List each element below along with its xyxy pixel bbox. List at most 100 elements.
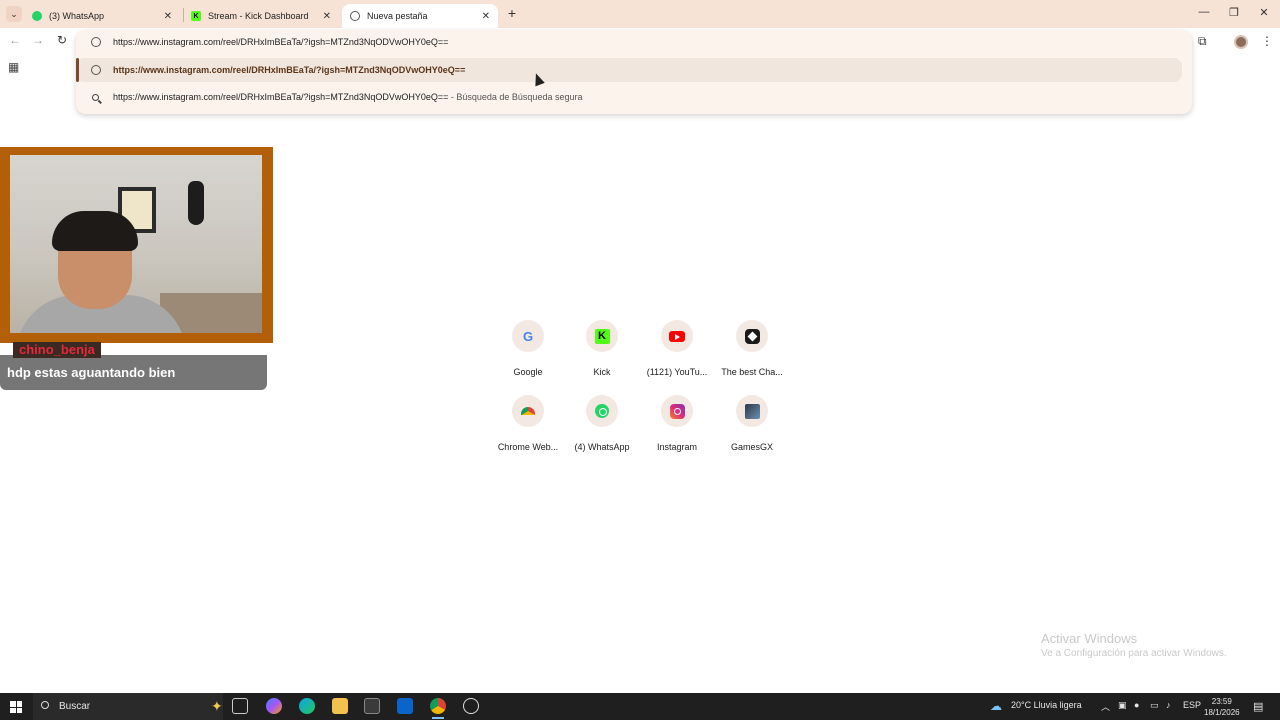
shortcut-icon-circle bbox=[586, 395, 618, 427]
notifications-icon[interactable]: ▤ bbox=[1253, 700, 1263, 713]
tab-title: Nueva pestaña bbox=[367, 11, 428, 21]
tab-strip: ⌄ (3) WhatsApp ✕ K Stream - Kick Dashboa… bbox=[0, 0, 1280, 28]
instagram-icon bbox=[669, 403, 685, 419]
tab-new-tab[interactable]: Nueva pestaña ✕ bbox=[342, 4, 498, 28]
globe-icon bbox=[91, 65, 101, 75]
shortcut-icon-circle bbox=[661, 395, 693, 427]
shortcut-label: Google bbox=[513, 367, 543, 377]
globe-icon bbox=[91, 37, 101, 47]
task-view-icon[interactable] bbox=[232, 698, 248, 714]
shortcut-icon-circle: K bbox=[586, 320, 618, 352]
tab-whatsapp[interactable]: (3) WhatsApp ✕ bbox=[24, 4, 180, 28]
suggestion-text: https://www.instagram.com/reel/DRHxImBEa… bbox=[113, 65, 466, 75]
suggestion-engine: - Búsqueda de Búsqueda segura bbox=[448, 92, 583, 102]
shortcut-icon-circle: G bbox=[512, 320, 544, 352]
apps-grid-icon[interactable]: ▦ bbox=[8, 60, 19, 74]
language-indicator[interactable]: ESP bbox=[1183, 700, 1201, 710]
shortcut-icon-circle bbox=[736, 320, 768, 352]
omnibox-input-text: https://www.instagram.com/reel/DRHxImBEa… bbox=[113, 37, 449, 47]
suggestion-text: https://www.instagram.com/reel/DRHxImBEa… bbox=[113, 92, 582, 102]
weather-icon: ☁ bbox=[990, 699, 1002, 713]
search-icon bbox=[92, 93, 99, 101]
weather-text[interactable]: 20°C Lluvia ligera bbox=[1011, 700, 1082, 710]
volume-icon[interactable]: ♪ bbox=[1166, 700, 1171, 710]
close-icon[interactable]: ✕ bbox=[164, 11, 172, 22]
shortcut-icon-circle bbox=[512, 395, 544, 427]
taskbar-search[interactable]: Buscar ✦ bbox=[33, 693, 223, 720]
mail-icon[interactable] bbox=[397, 698, 413, 714]
taskbar-clock[interactable]: 23:59 18/1/2026 bbox=[1204, 696, 1240, 718]
shortcut-youtube[interactable]: (1121) YouTu... bbox=[637, 320, 717, 377]
network-icon[interactable]: ▭ bbox=[1150, 700, 1159, 711]
chat-message-text: hdp estas aguantando bien bbox=[7, 365, 176, 380]
globe-icon bbox=[350, 11, 360, 21]
activation-watermark-subtitle: Ve a Configuración para activar Windows. bbox=[1041, 648, 1227, 659]
chrome-web-store-icon bbox=[521, 407, 535, 415]
search-icon bbox=[41, 701, 49, 709]
shortcut-label: Chrome Web... bbox=[497, 442, 559, 452]
youtube-icon bbox=[669, 330, 685, 342]
forward-button[interactable]: → bbox=[30, 33, 46, 47]
webcam-overlay bbox=[0, 147, 273, 343]
close-icon[interactable]: ✕ bbox=[323, 11, 331, 22]
shortcut-label: GamesGX bbox=[730, 442, 773, 452]
restore-button[interactable]: ❐ bbox=[1227, 6, 1241, 19]
tab-title: (3) WhatsApp bbox=[49, 11, 105, 21]
file-explorer-icon[interactable] bbox=[332, 698, 348, 714]
store-icon[interactable] bbox=[364, 698, 380, 714]
shortcut-label: Kick bbox=[593, 367, 611, 377]
extensions-icon[interactable]: ⧉ bbox=[1198, 34, 1207, 49]
webcam-feed bbox=[10, 155, 262, 333]
window-close-button[interactable]: ✕ bbox=[1257, 6, 1271, 19]
omnibox-suggestion[interactable]: https://www.instagram.com/reel/DRHxImBEa… bbox=[76, 58, 1182, 82]
shortcut-kick[interactable]: K Kick bbox=[562, 320, 642, 377]
obs-icon[interactable] bbox=[463, 698, 479, 714]
tab-title: Stream - Kick Dashboard bbox=[208, 11, 309, 21]
reload-button[interactable]: ↻ bbox=[54, 33, 70, 47]
shortcut-icon-circle bbox=[661, 320, 693, 352]
suggestion-query: https://www.instagram.com/reel/DRHxImBEa… bbox=[113, 92, 449, 102]
clock-time: 23:59 bbox=[1211, 697, 1232, 706]
clock-date: 18/1/2026 bbox=[1204, 708, 1240, 717]
taskbar-search-label: Buscar bbox=[59, 701, 91, 712]
screen: ⌄ (3) WhatsApp ✕ K Stream - Kick Dashboa… bbox=[0, 0, 1280, 720]
activation-watermark-title: Activar Windows bbox=[1041, 631, 1138, 646]
minimize-button[interactable]: — bbox=[1197, 6, 1211, 18]
copilot-icon[interactable] bbox=[266, 698, 282, 714]
menu-dots-icon[interactable]: ⋮ bbox=[1261, 34, 1273, 48]
new-tab-button[interactable]: + bbox=[505, 5, 519, 21]
whatsapp-icon bbox=[595, 404, 609, 418]
shortcut-label: (1121) YouTu... bbox=[646, 367, 708, 377]
tab-kick-dashboard[interactable]: K Stream - Kick Dashboard ✕ bbox=[183, 4, 339, 28]
shortcut-gamesgx[interactable]: GamesGX bbox=[712, 395, 792, 452]
microphone-icon[interactable]: ● bbox=[1134, 700, 1139, 710]
wall-guitar bbox=[188, 181, 204, 225]
shortcut-icon-circle bbox=[736, 395, 768, 427]
camera-icon[interactable]: ▣ bbox=[1118, 700, 1127, 711]
chat-username: chino_benja bbox=[13, 342, 101, 358]
copilot-sparkle-icon: ✦ bbox=[211, 698, 223, 714]
shortcut-whatsapp[interactable]: (4) WhatsApp bbox=[562, 395, 642, 452]
omnibox-input[interactable]: https://www.instagram.com/reel/DRHxImBEa… bbox=[76, 30, 1192, 54]
edge-icon[interactable] bbox=[299, 698, 315, 714]
close-icon[interactable]: ✕ bbox=[482, 11, 490, 22]
shortcut-google[interactable]: G Google bbox=[488, 320, 568, 377]
shortcut-label: The best Cha... bbox=[721, 367, 783, 377]
chrome-icon[interactable] bbox=[430, 698, 446, 719]
windows-start-icon[interactable] bbox=[10, 701, 22, 713]
shortcut-instagram[interactable]: Instagram bbox=[637, 395, 717, 452]
gamesgx-icon bbox=[744, 403, 760, 419]
tab-search-button[interactable]: ⌄ bbox=[6, 6, 22, 22]
chess-icon bbox=[744, 328, 760, 344]
shortcut-label: (4) WhatsApp bbox=[574, 442, 630, 452]
person-headphones bbox=[52, 211, 138, 251]
kick-icon: K bbox=[191, 11, 201, 21]
whatsapp-icon bbox=[32, 11, 42, 21]
chevron-up-icon[interactable]: ︿ bbox=[1101, 700, 1110, 713]
omnibox-dropdown: https://www.instagram.com/reel/DRHxImBEa… bbox=[76, 30, 1192, 114]
omnibox-suggestion[interactable]: https://www.instagram.com/reel/DRHxImBEa… bbox=[76, 85, 1192, 109]
avatar[interactable] bbox=[1234, 35, 1248, 49]
shortcut-chess[interactable]: The best Cha... bbox=[712, 320, 792, 377]
back-button[interactable]: ← bbox=[7, 33, 23, 47]
shortcut-chrome-web-store[interactable]: Chrome Web... bbox=[488, 395, 568, 452]
